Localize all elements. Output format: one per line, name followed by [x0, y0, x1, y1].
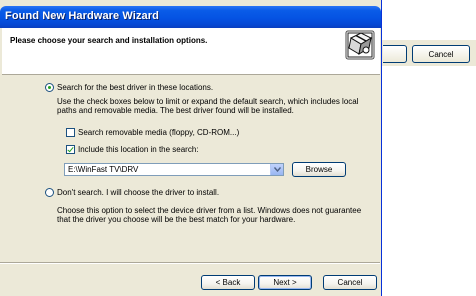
background-cancel-button[interactable]: Cancel	[412, 45, 470, 63]
location-combobox[interactable]: E:\WinFast TV\DRV	[64, 163, 284, 176]
wizard-header: Please choose your search and installati…	[2, 28, 380, 75]
page-heading: Please choose your search and installati…	[10, 36, 208, 45]
removable-media-label: Search removable media (floppy, CD-ROM..…	[78, 128, 240, 137]
location-value: E:\WinFast TV\DRV	[68, 165, 139, 174]
browse-button[interactable]: Browse	[292, 162, 346, 177]
dont-search-radio[interactable]	[45, 188, 54, 197]
window-title: Found New Hardware Wizard	[5, 10, 159, 22]
search-radio-label: Search for the best driver in these loca…	[57, 83, 214, 92]
dont-search-description: Choose this option to select the device …	[57, 206, 362, 224]
cancel-button[interactable]: Cancel	[323, 275, 377, 290]
title-bar[interactable]: Found New Hardware Wizard	[0, 6, 381, 28]
back-button[interactable]: < Back	[201, 275, 255, 290]
next-button[interactable]: Next >	[258, 275, 312, 290]
background-button[interactable]	[383, 45, 407, 63]
removable-media-checkbox[interactable]	[66, 128, 75, 137]
wizard-window: Found New Hardware Wizard Please choose …	[0, 0, 382, 296]
footer-divider	[0, 262, 380, 264]
hardware-wizard-icon	[345, 30, 375, 60]
search-radio[interactable]	[45, 83, 54, 92]
dont-search-label: Don't search. I will choose the driver t…	[57, 188, 220, 197]
include-location-label: Include this location in the search:	[78, 145, 199, 154]
search-description: Use the check boxes below to limit or ex…	[57, 97, 359, 115]
include-location-checkbox[interactable]	[66, 145, 75, 154]
chevron-down-icon[interactable]	[270, 164, 283, 175]
